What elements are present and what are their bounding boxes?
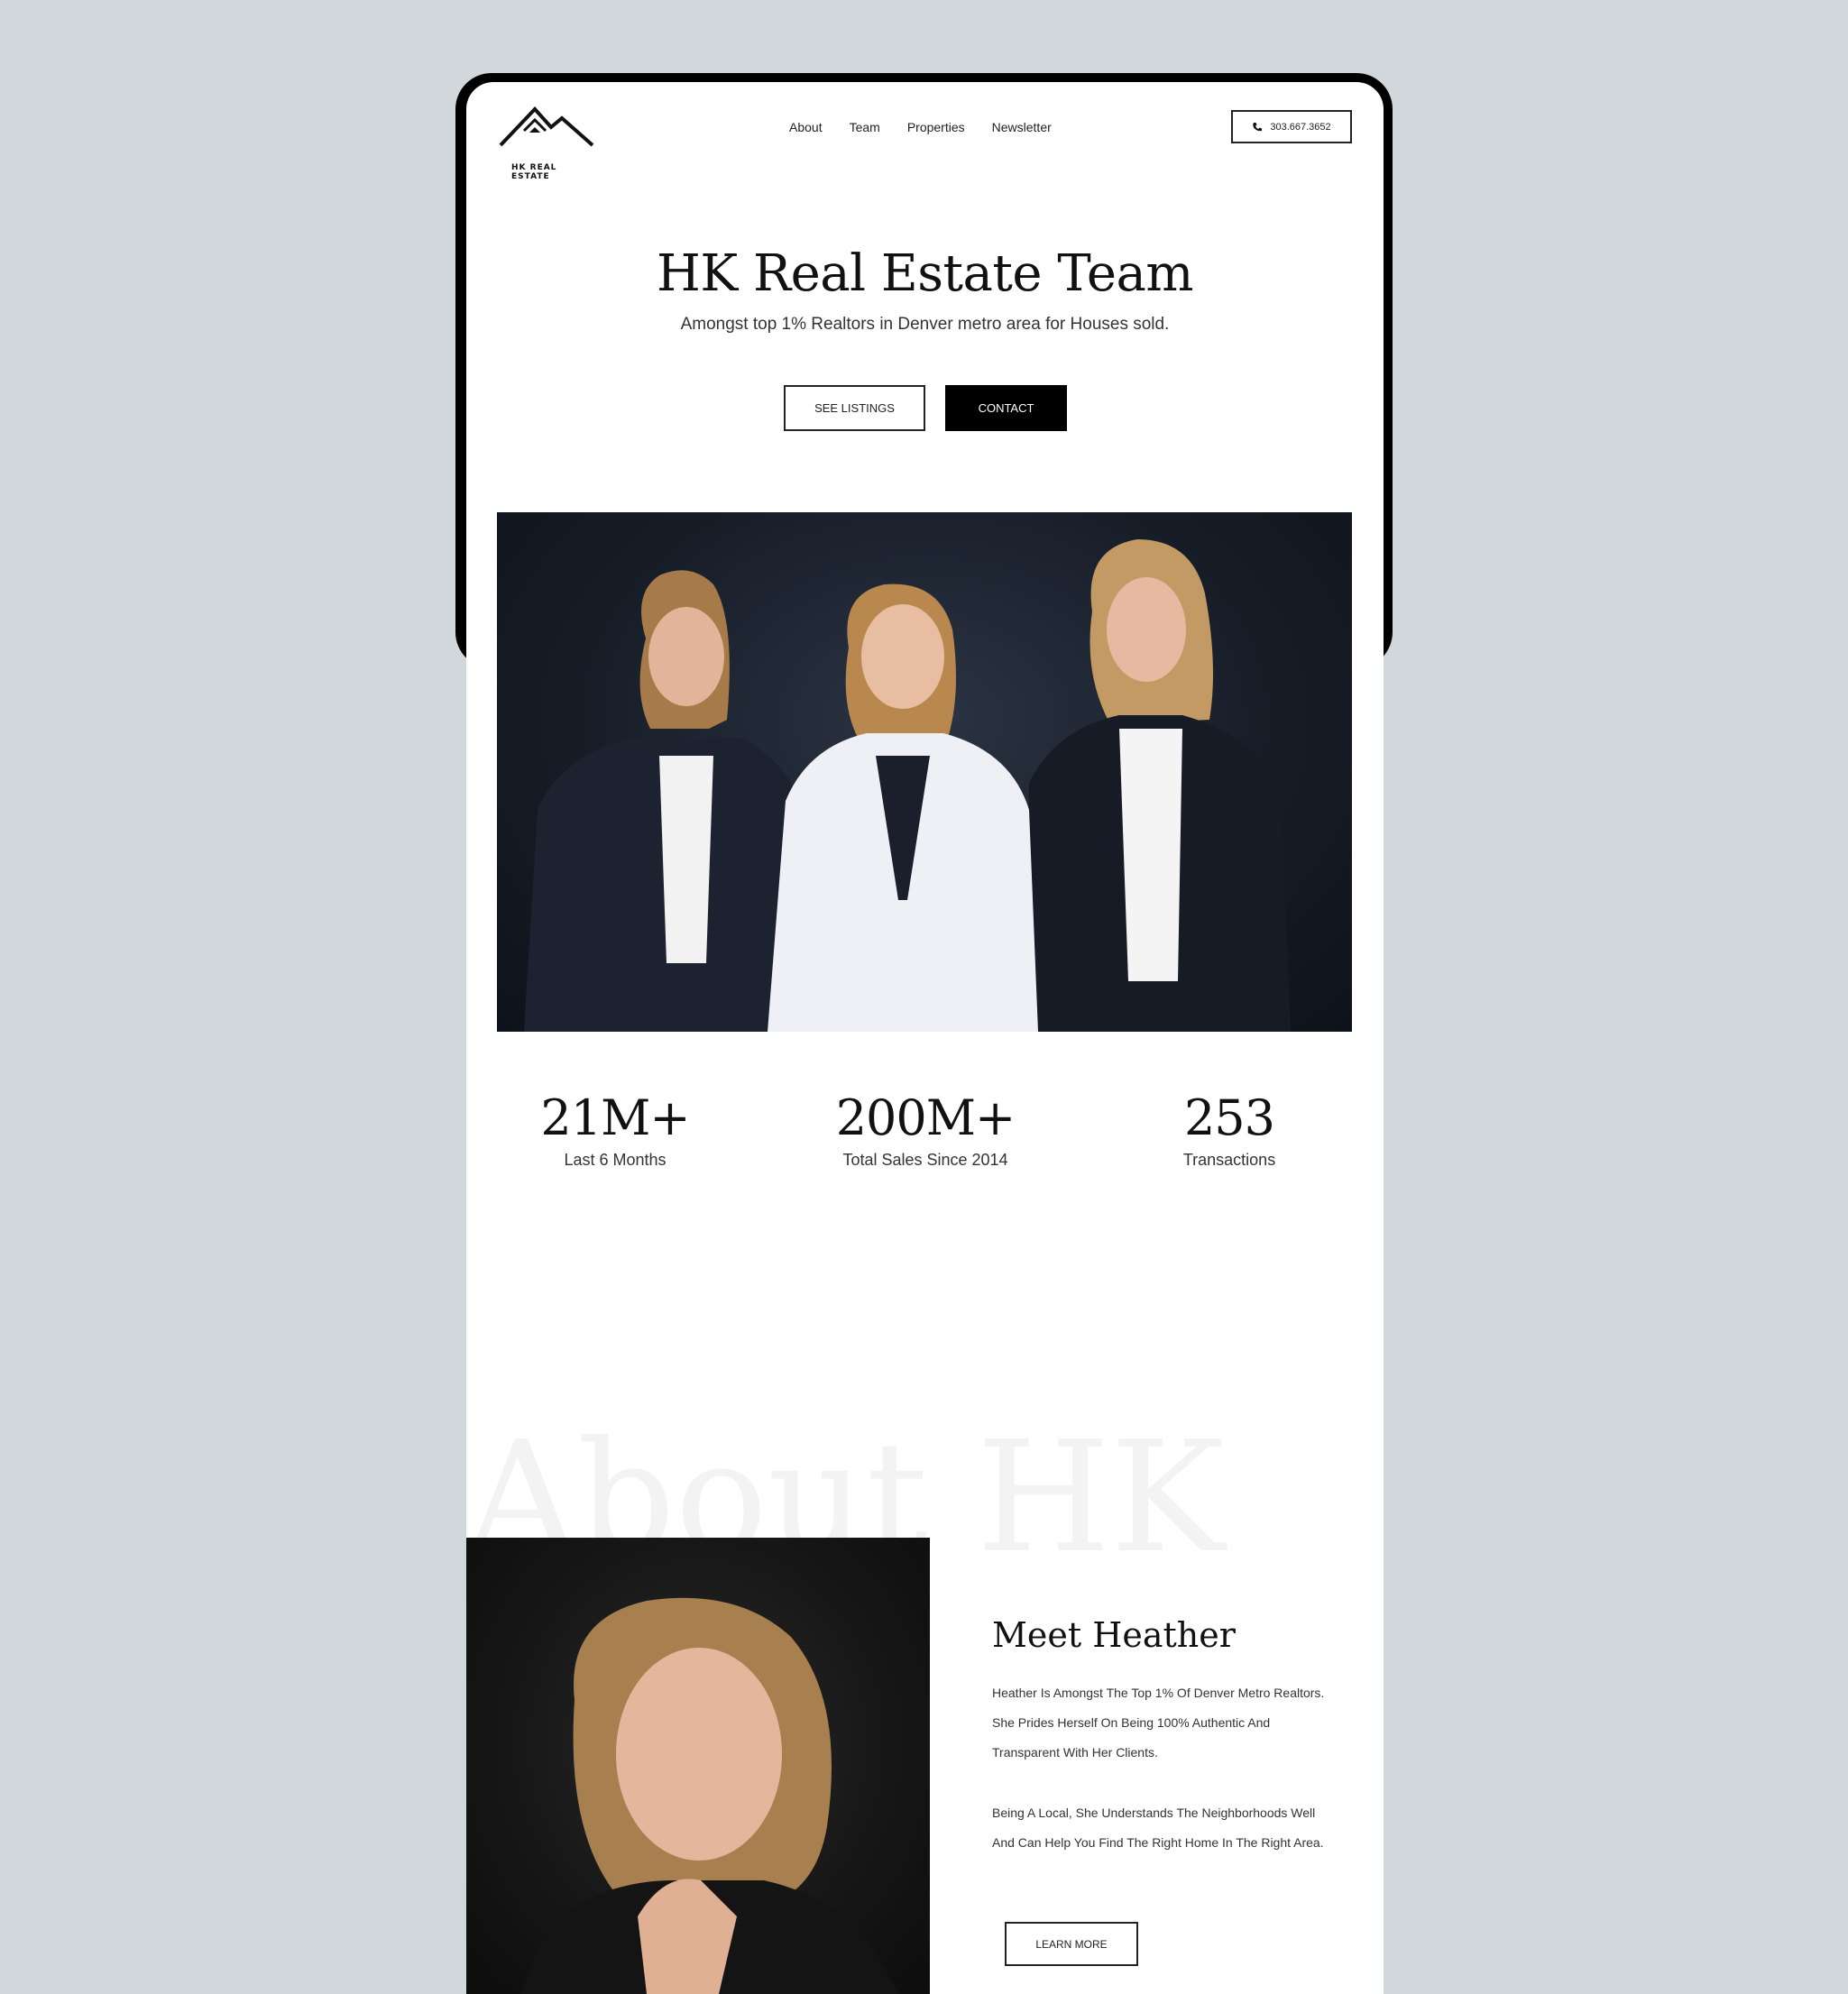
about-paragraph-2: Being A Local, She Understands The Neigh… [992, 1806, 1324, 1850]
hero-title: HK Real Estate Team [657, 244, 1193, 303]
contact-button[interactable]: CONTACT [945, 385, 1067, 431]
stat-label: Transactions [1182, 1151, 1276, 1169]
mountain-logo-icon [499, 106, 594, 147]
stat-item: 21M+ Last 6 Months [498, 1089, 732, 1170]
stat-label: Last 6 Months [564, 1151, 667, 1169]
phone-number: 303.667.3652 [1270, 121, 1331, 133]
about-title: Meet Heather [992, 1615, 1236, 1655]
stat-value: 21M+ [540, 1089, 690, 1146]
website-page: HK REAL ESTATE About Team Properties New… [466, 82, 1384, 1994]
stat-item: 200M+ Total Sales Since 2014 [808, 1089, 1043, 1170]
stat-item: 253 Transactions [1112, 1089, 1347, 1170]
see-listings-button[interactable]: SEE LISTINGS [784, 385, 925, 431]
nav-link-team[interactable]: Team [850, 120, 880, 134]
nav-link-properties[interactable]: Properties [907, 120, 965, 134]
logo-text: HK REAL ESTATE [511, 163, 557, 181]
heather-portrait [466, 1538, 930, 1994]
phone-icon [1253, 122, 1263, 131]
about-paragraph-1: Heather Is Amongst The Top 1% Of Denver … [992, 1686, 1325, 1760]
stats-section: 21M+ Last 6 Months 200M+ Total Sales Sin… [466, 1089, 1384, 1198]
nav-link-about[interactable]: About [789, 120, 823, 134]
phone-button[interactable]: 303.667.3652 [1231, 110, 1352, 143]
stat-label: Total Sales Since 2014 [842, 1151, 1008, 1169]
stat-value: 253 [1183, 1089, 1275, 1146]
team-photo-illustration [524, 539, 1291, 1032]
team-photo [497, 512, 1352, 1032]
nav-link-newsletter[interactable]: Newsletter [992, 120, 1052, 134]
learn-more-button[interactable]: LEARN MORE [1005, 1922, 1138, 1966]
stat-value: 200M+ [835, 1089, 1016, 1146]
logo[interactable]: HK REAL ESTATE [499, 106, 596, 181]
portrait-illustration [520, 1597, 899, 1994]
main-nav: About Team Properties Newsletter [789, 120, 1052, 134]
hero-subtitle: Amongst top 1% Realtors in Denver metro … [680, 315, 1170, 334]
